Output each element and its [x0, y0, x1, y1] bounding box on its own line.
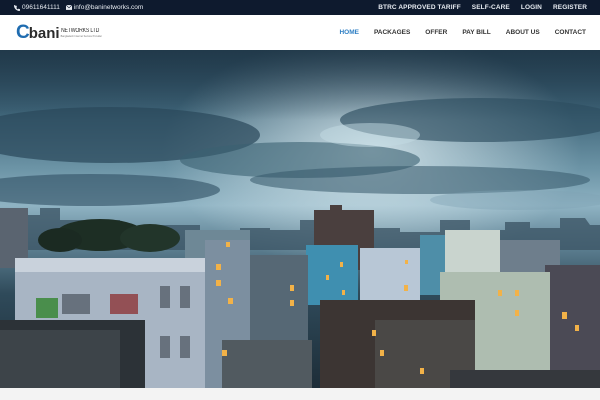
site-logo[interactable]: C bani NETWORKS LTD Bangladesh Internet … [16, 20, 105, 46]
btrc-tariff-link[interactable]: BTRC APPROVED TARIFF [378, 4, 461, 11]
nav-pay-bill[interactable]: PAY BILL [462, 29, 490, 36]
email-contact[interactable]: info@baninetworks.com [65, 4, 144, 11]
top-bar: 09611641111 info@baninetworks.com BTRC A… [0, 0, 600, 15]
nav-home[interactable]: HOME [339, 29, 359, 36]
logo-bani-word: bani [28, 25, 60, 42]
self-care-link[interactable]: SELF-CARE [472, 4, 510, 11]
phone-number: 09611641111 [22, 4, 60, 11]
phone-icon [14, 4, 20, 11]
logo-c-letter: C [16, 22, 30, 43]
logo-tagline: Bangladesh Internet Service Provider [60, 34, 102, 38]
top-links: BTRC APPROVED TARIFF SELF-CARE LOGIN REG… [378, 4, 587, 11]
main-nav: HOME PACKAGES OFFER PAY BILL ABOUT US CO… [339, 29, 586, 36]
envelope-icon [65, 5, 72, 11]
logo-networks-ltd: NETWORKS LTD [60, 27, 99, 34]
register-link[interactable]: REGISTER [553, 4, 587, 11]
nav-offer[interactable]: OFFER [425, 29, 447, 36]
email-address: info@baninetworks.com [73, 4, 144, 11]
hero-banner [0, 50, 600, 388]
login-link[interactable]: LOGIN [521, 4, 542, 11]
contact-info: 09611641111 info@baninetworks.com [14, 4, 143, 11]
phone-contact[interactable]: 09611641111 [14, 4, 60, 11]
bottom-strip [0, 388, 600, 400]
city-skyline-image [0, 50, 600, 388]
logo-mark: C bani [16, 23, 60, 42]
logo-text: NETWORKS LTD Bangladesh Internet Service… [61, 28, 106, 38]
nav-about-us[interactable]: ABOUT US [506, 29, 540, 36]
nav-packages[interactable]: PACKAGES [374, 29, 410, 36]
nav-contact[interactable]: CONTACT [555, 29, 586, 36]
main-header: C bani NETWORKS LTD Bangladesh Internet … [0, 15, 600, 50]
